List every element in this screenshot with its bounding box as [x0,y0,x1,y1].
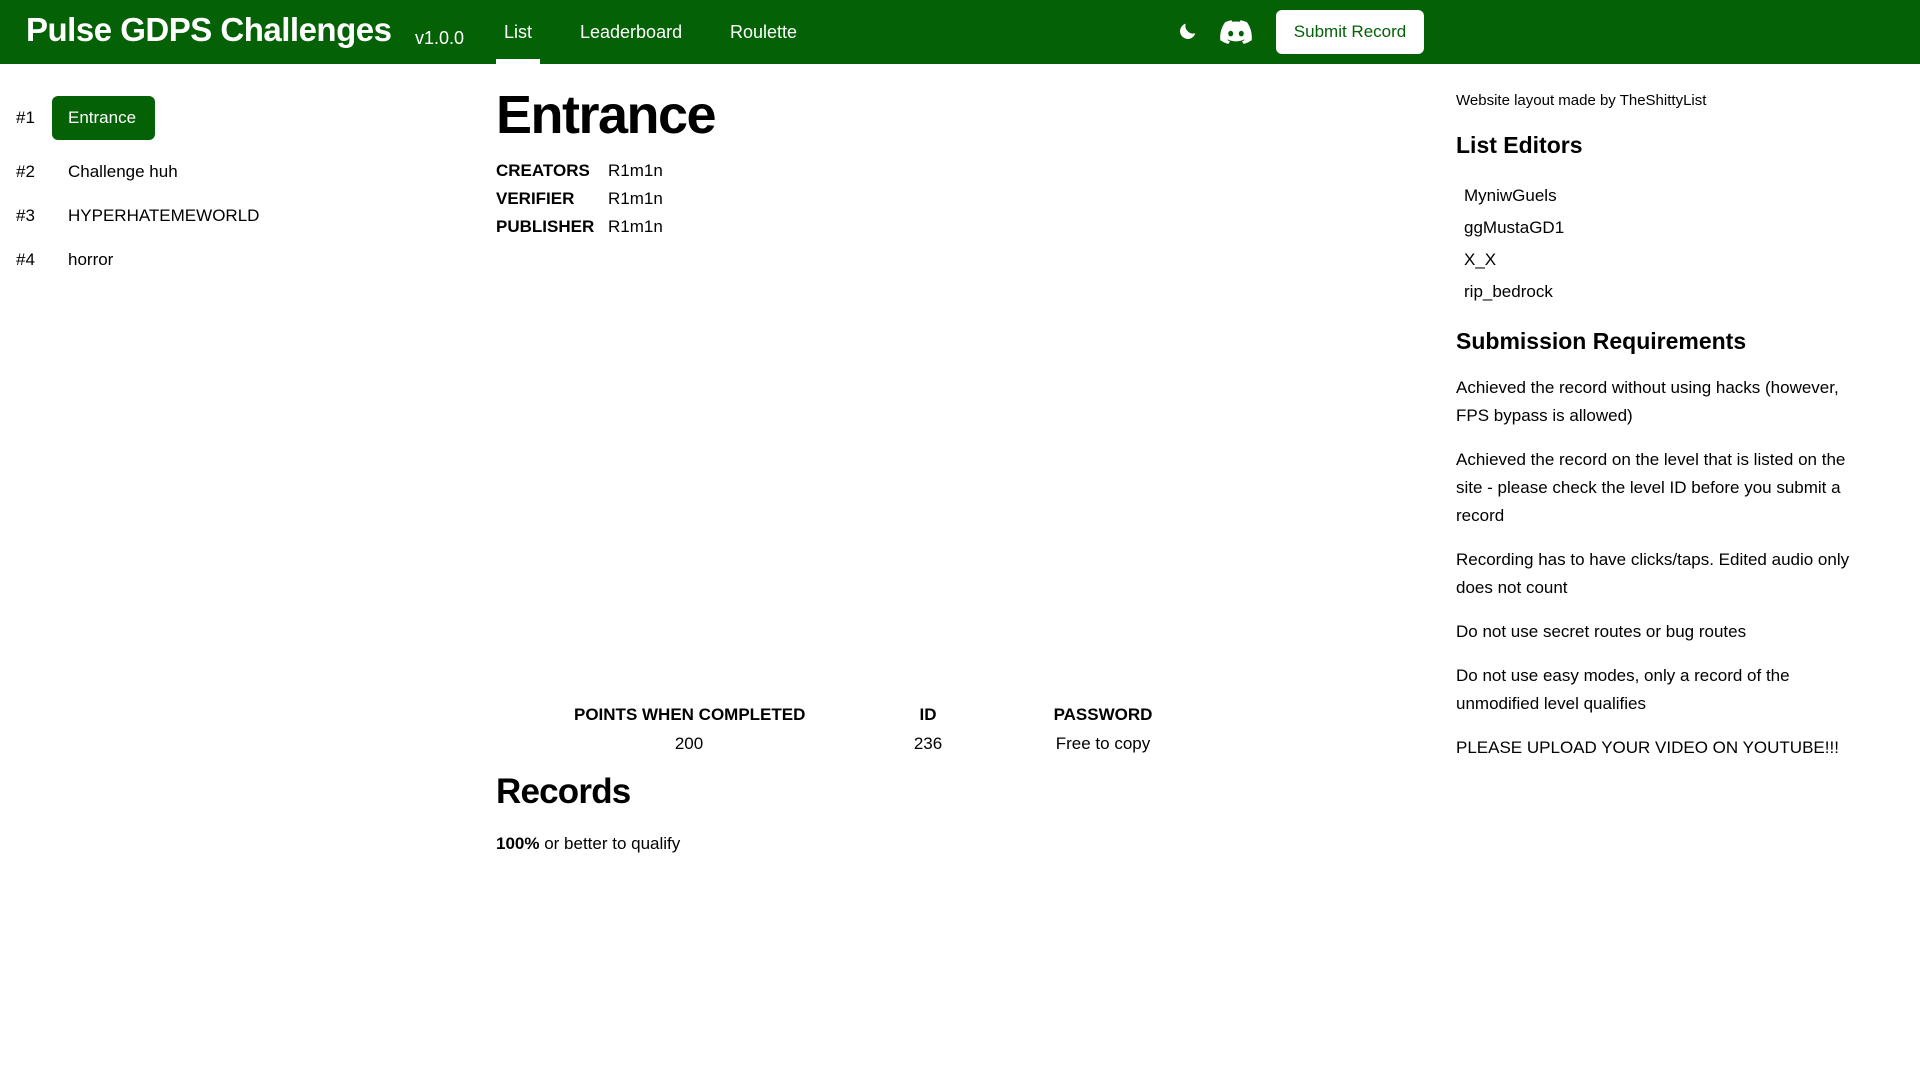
editor-item: MyniwGuels [1464,186,1557,205]
meta-value: R1m1n [608,161,663,180]
list-item-level-3[interactable]: #3 HYPERHATEMEWORLD [0,196,460,236]
list-item-level-4[interactable]: #4 horror [0,240,460,280]
moon-icon[interactable] [1177,20,1199,47]
version-label: v1.0.0 [415,28,465,48]
stat-points: POINTS WHEN COMPLETED 200 [574,705,806,754]
list-editors-heading: List Editors [1456,132,1583,158]
level-rank: #2 [16,162,35,181]
requirement-item: Do not use secret routes or bug routes [1456,622,1747,641]
editor-item: rip_bedrock [1464,282,1553,301]
stat-label: POINTS WHEN COMPLETED [574,705,806,724]
meta-key: VERIFIER [496,189,575,208]
requirement-item: PLEASE UPLOAD YOUR VIDEO ON YOUTUBE!!! [1456,738,1839,757]
stat-password: PASSWORD Free to copy [1043,705,1163,754]
list-item-level-1[interactable]: #1 Entrance [0,96,460,140]
nav-list[interactable]: List [495,22,541,64]
level-rank: #1 [16,108,35,127]
level-name: Challenge huh [68,162,178,181]
level-rank: #4 [16,250,35,269]
stat-value: Free to copy [1055,734,1151,753]
qualify-text: 100% or better to qualify [496,834,680,854]
nav-roulette[interactable]: Roulette [730,22,797,43]
qualify-suffix: or better to qualify [539,834,681,853]
stat-label: PASSWORD [1053,705,1153,724]
stat-value: 200 [674,734,704,753]
meta-value: R1m1n [608,189,663,208]
site-title[interactable]: Pulse GDPS Challenges [26,11,392,49]
editor-item: ggMustaGD1 [1464,218,1565,237]
records-heading: Records [496,772,631,811]
level-title: Entrance [496,85,717,145]
meta-key: CREATORS [496,161,590,180]
level-rank: #3 [16,206,35,225]
stat-value: 236 [913,734,943,753]
stat-id: ID 236 [888,705,968,754]
requirement-item: Achieved the record without using hacks … [1456,378,1839,425]
editor-item: X_X [1464,250,1497,269]
level-name: Entrance [68,108,137,127]
nav-leaderboard[interactable]: Leaderboard [580,22,682,43]
discord-icon[interactable] [1220,20,1252,49]
level-name: horror [68,250,114,269]
layout-credit: Website layout made by TheShittyList [1456,92,1707,109]
list-item-level-2[interactable]: #2 Challenge huh [0,152,460,192]
requirement-item: Do not use easy modes, only a record of … [1456,666,1790,713]
meta-value: R1m1n [608,217,663,236]
qualify-percent: 100% [496,834,540,853]
submission-requirements-heading: Submission Requirements [1456,328,1747,354]
requirement-item: Achieved the record on the level that is… [1456,450,1846,525]
stat-label: ID [919,705,937,724]
level-name: HYPERHATEMEWORLD [68,206,260,225]
meta-key: PUBLISHER [496,217,595,236]
requirement-item: Recording has to have clicks/taps. Edite… [1456,550,1850,597]
top-navbar: Pulse GDPS Challenges v1.0.0 List Leader… [0,0,1920,64]
submit-record-button[interactable]: Submit Record [1276,10,1424,54]
